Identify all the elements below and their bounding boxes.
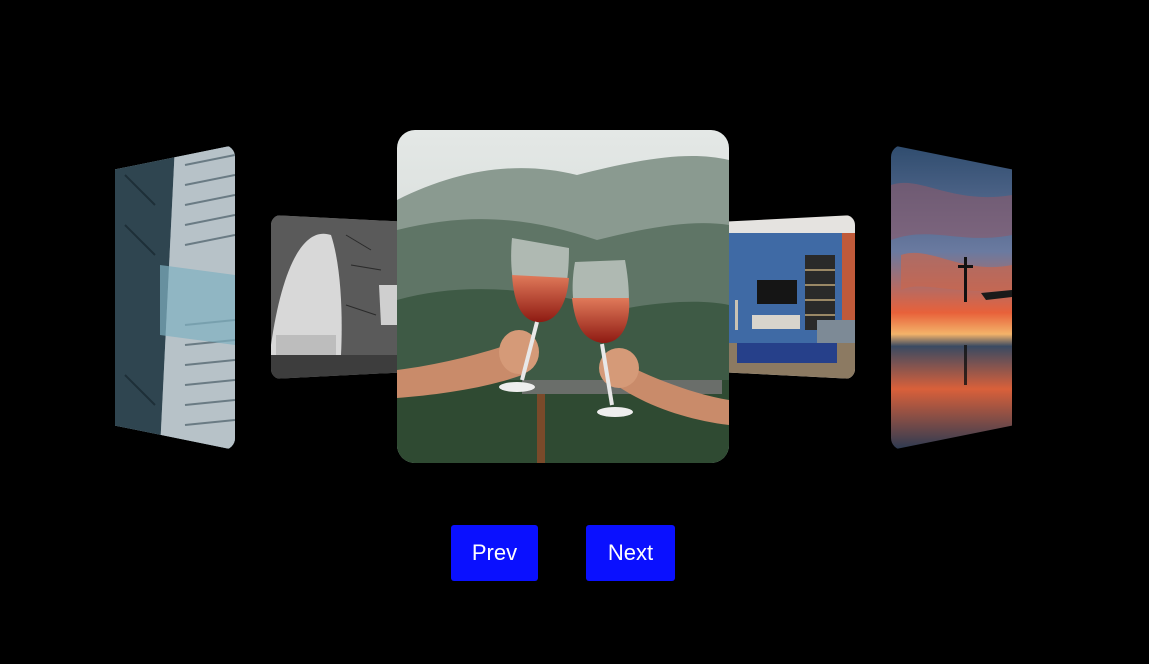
slide-wine-toast[interactable]: [397, 130, 729, 463]
slide-cave-view[interactable]: [271, 215, 401, 379]
slide-architecture[interactable]: [115, 145, 235, 450]
slide-living-room[interactable]: [727, 215, 855, 379]
sunset-lake-image: [891, 145, 1012, 450]
architecture-image: [115, 145, 235, 450]
carousel-stage: Prev Next: [0, 0, 1149, 664]
cave-view-image: [271, 215, 401, 379]
living-room-image: [727, 215, 855, 379]
next-button[interactable]: Next: [586, 525, 675, 581]
slide-sunset-lake[interactable]: [891, 145, 1012, 450]
wine-toast-image: [397, 130, 729, 463]
prev-button[interactable]: Prev: [451, 525, 538, 581]
